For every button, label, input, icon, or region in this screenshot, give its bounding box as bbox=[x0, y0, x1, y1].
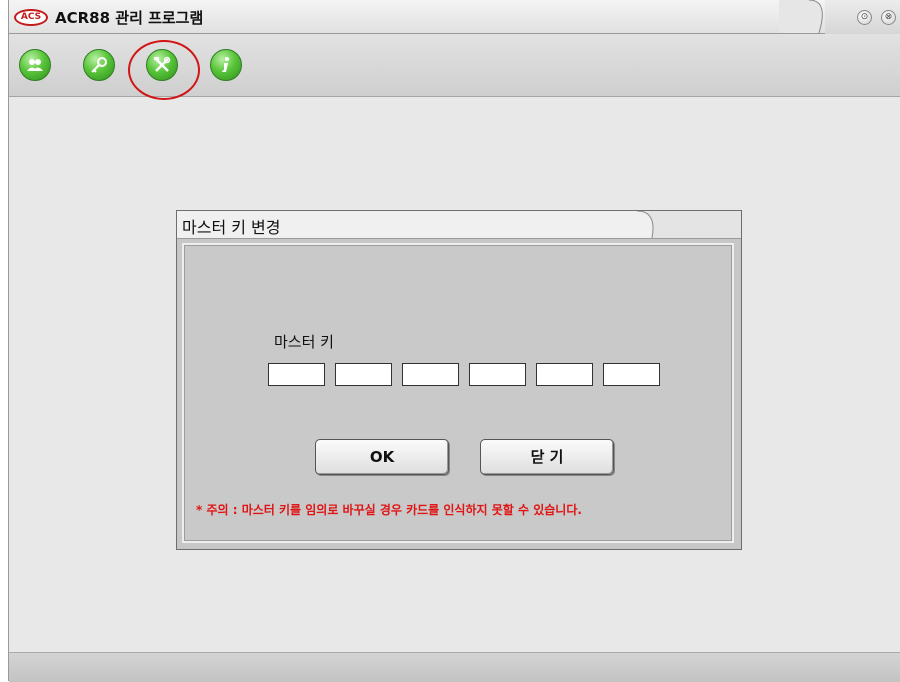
users-icon bbox=[27, 59, 43, 71]
minimize-button[interactable]: ⊙ bbox=[857, 10, 872, 25]
key-button[interactable] bbox=[83, 49, 115, 81]
title-bar: ACS ACR88 관리 프로그램 ⊙ ⊗ bbox=[9, 0, 900, 34]
title-tab-curve bbox=[779, 0, 823, 34]
users-button[interactable] bbox=[19, 49, 51, 81]
master-key-field-3[interactable] bbox=[402, 363, 459, 386]
master-key-label: 마스터 키 bbox=[274, 333, 334, 351]
info-icon bbox=[222, 57, 229, 72]
minimize-icon: ⊙ bbox=[860, 12, 869, 22]
dialog-title: 마스터 키 변경 bbox=[182, 218, 281, 237]
master-key-dialog: 마스터 키 변경 마스터 키 OK 닫 기 * 주의 : 마스터 키를 임의로 … bbox=[176, 210, 742, 550]
status-bar bbox=[9, 652, 900, 682]
master-key-field-5[interactable] bbox=[536, 363, 593, 386]
app-title: ACR88 관리 프로그램 bbox=[55, 9, 204, 27]
master-key-field-4[interactable] bbox=[469, 363, 526, 386]
warning-text: * 주의 : 마스터 키를 임의로 바꾸실 경우 카드를 인식하지 못할 수 있… bbox=[196, 503, 582, 517]
master-key-field-1[interactable] bbox=[268, 363, 325, 386]
info-button[interactable] bbox=[210, 49, 242, 81]
master-key-field-6[interactable] bbox=[603, 363, 660, 386]
key-icon bbox=[91, 57, 107, 73]
close-dialog-button[interactable]: 닫 기 bbox=[480, 439, 614, 475]
close-icon: ⊗ bbox=[884, 12, 893, 22]
highlight-ring bbox=[128, 40, 200, 100]
dialog-title-bar: 마스터 키 변경 bbox=[177, 211, 741, 239]
master-key-field-2[interactable] bbox=[335, 363, 392, 386]
acs-logo: ACS bbox=[14, 9, 48, 26]
dialog-panel: 마스터 키 OK 닫 기 * 주의 : 마스터 키를 임의로 바꾸실 경우 카드… bbox=[182, 243, 734, 543]
close-button[interactable]: ⊗ bbox=[881, 10, 896, 25]
ok-button[interactable]: OK bbox=[315, 439, 449, 475]
